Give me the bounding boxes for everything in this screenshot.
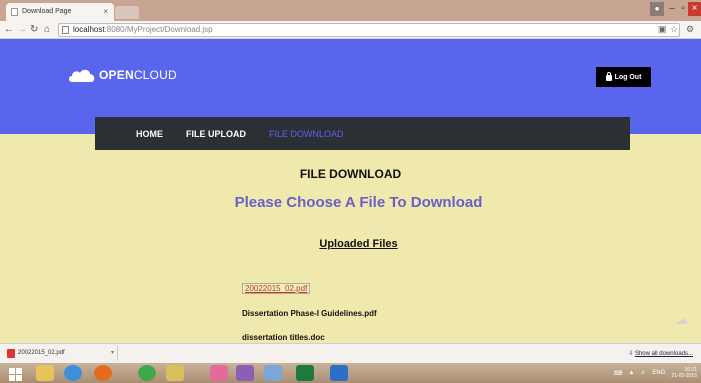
downloads-bar: 20022015_02.pdf ▾ ⇩ Show all downloads..… (0, 343, 701, 363)
show-all-downloads-link[interactable]: ⇩ Show all downloads... (628, 347, 693, 361)
list-item: 20022015_02.pdf (242, 278, 377, 309)
tab-title: Download Page (22, 8, 72, 15)
file-explorer-icon[interactable] (36, 365, 54, 381)
file-link[interactable]: dissertation titles.doc (242, 333, 377, 342)
pdf-file-icon (7, 349, 15, 358)
cloud-icon (68, 68, 96, 82)
keyboard-icon[interactable]: ⌨ (614, 370, 623, 377)
network-icon[interactable]: ▲ (628, 370, 634, 376)
window-close-button[interactable]: × (688, 2, 701, 16)
app-icon[interactable] (296, 365, 314, 381)
url-input[interactable]: localhost:8080/MyProject/Download.jsp (58, 23, 680, 37)
minimize-button[interactable]: – (666, 2, 678, 16)
virtualbox-icon[interactable] (330, 365, 348, 381)
home-icon[interactable]: ⌂ (44, 23, 50, 37)
page-favicon-icon (11, 8, 18, 16)
chevron-down-icon[interactable]: ▾ (111, 346, 114, 361)
browser-tab[interactable]: Download Page × (6, 3, 114, 21)
forward-arrow-icon[interactable]: → (17, 23, 27, 37)
page-icon (62, 26, 69, 34)
brand-name: OPENCLOUD (99, 68, 177, 82)
nav-file-download[interactable]: FILE DOWNLOAD (269, 129, 344, 139)
browser-tab-bar: Download Page × ● – ▫ × (0, 0, 701, 21)
visual-studio-icon[interactable] (236, 365, 254, 381)
maximize-button[interactable]: ▫ (678, 2, 688, 16)
site-logo[interactable]: OPENCLOUD (68, 67, 177, 83)
nav-home[interactable]: HOME (136, 129, 163, 139)
main-nav: HOME FILE UPLOAD FILE DOWNLOAD (95, 117, 630, 150)
uploaded-files-heading: Uploaded Files (319, 238, 398, 250)
firefox-icon[interactable] (94, 365, 112, 381)
page-subtitle: Please Choose A File To Download (234, 194, 483, 211)
address-toolbar: ← → ↻ ⌂ localhost:8080/MyProject/Downloa… (0, 21, 701, 39)
tab-close-icon[interactable]: × (103, 7, 108, 16)
volume-icon[interactable]: ♬ (640, 370, 646, 376)
user-profile-icon[interactable]: ● (650, 2, 664, 16)
new-tab-button[interactable] (115, 6, 139, 19)
file-link[interactable]: Dissertation Phase-I Guidelines.pdf (242, 309, 377, 318)
menu-icon[interactable]: ⚙ (686, 24, 694, 35)
os-taskbar: ⌨ ▲ ♬ ENG 16:21 21-03-2015 (0, 363, 701, 383)
internet-explorer-icon[interactable] (64, 365, 82, 381)
windows-start-icon[interactable] (6, 365, 24, 381)
file-link[interactable]: 20022015_02.pdf (242, 283, 311, 294)
chrome-icon[interactable] (138, 365, 156, 381)
download-item-name: 20022015_02.pdf (18, 350, 65, 356)
language-indicator[interactable]: ENG (652, 370, 665, 376)
app-icon[interactable] (166, 365, 184, 381)
nav-file-upload[interactable]: FILE UPLOAD (186, 129, 246, 139)
system-tray: ⌨ ▲ ♬ ENG 16:21 21-03-2015 (614, 367, 697, 379)
app-icon[interactable] (264, 365, 282, 381)
page-title: FILE DOWNLOAD (299, 167, 402, 181)
reload-icon[interactable]: ↻ (30, 23, 38, 37)
lock-icon (605, 72, 612, 81)
clock[interactable]: 16:21 21-03-2015 (671, 367, 697, 379)
back-arrow-icon[interactable]: ← (4, 23, 14, 37)
logout-label: Log Out (614, 73, 642, 81)
url-path: :8080/MyProject/Download.jsp (104, 25, 213, 34)
scroll-to-top-button[interactable] (676, 318, 690, 324)
logout-button[interactable]: Log Out (596, 67, 651, 87)
extension-icon[interactable]: ▣ (658, 24, 667, 35)
paint-icon[interactable] (210, 365, 228, 381)
download-item[interactable]: 20022015_02.pdf ▾ (4, 346, 118, 361)
bookmark-star-icon[interactable]: ☆ (670, 24, 678, 35)
url-host: localhost (73, 25, 105, 34)
